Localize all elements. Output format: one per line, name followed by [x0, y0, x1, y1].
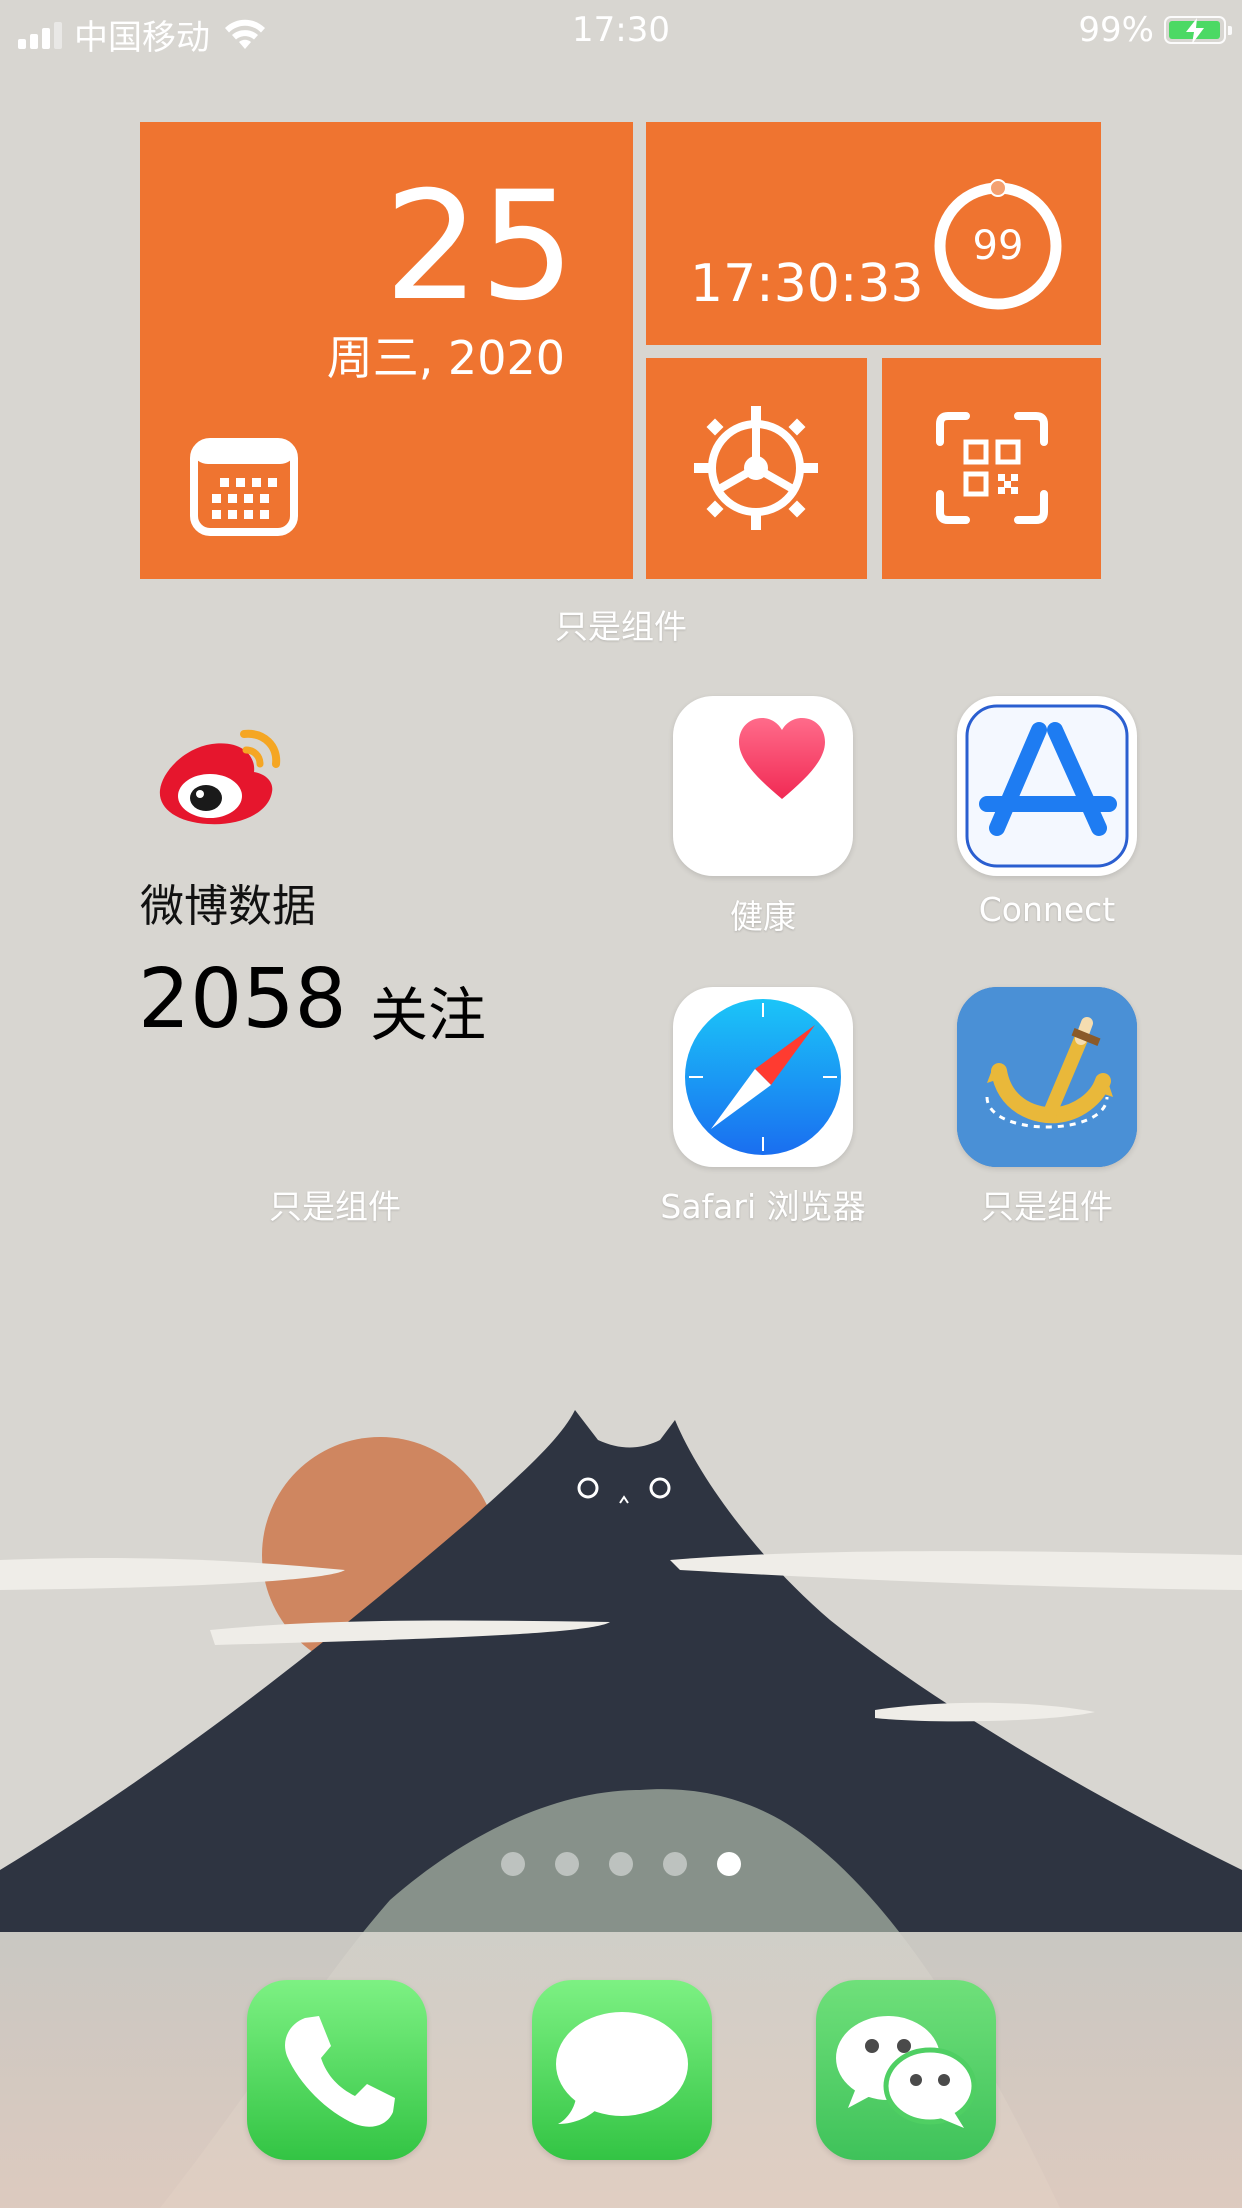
scan-tile[interactable] — [882, 358, 1101, 579]
app-anchor-widget-label: 只是组件 — [981, 1187, 1113, 1226]
charging-bolt-icon — [1186, 18, 1204, 44]
page-dot[interactable] — [609, 1852, 633, 1876]
status-right: 99% — [1078, 10, 1232, 50]
app-health-label: 健康 — [730, 897, 796, 936]
weibo-widget[interactable]: 微博数据 2058 关注 — [130, 700, 670, 1220]
page-indicator[interactable] — [0, 1852, 1242, 1876]
app-store-connect-icon — [965, 704, 1129, 868]
weibo-title: 微博数据 — [140, 881, 316, 932]
app-anchor-widget[interactable] — [957, 987, 1137, 1167]
home-screen: 中国移动 17:30 99% 25 周三, 2020 17:30:33 99 只… — [0, 0, 1242, 2208]
weibo-widget-label: 只是组件 — [269, 1187, 401, 1226]
dock-messages[interactable] — [532, 1980, 712, 2160]
messages-icon — [532, 1980, 712, 2160]
app-health[interactable] — [673, 696, 853, 876]
app-connect[interactable] — [957, 696, 1137, 876]
phone-icon — [247, 1980, 427, 2160]
page-dot[interactable] — [555, 1852, 579, 1876]
safari-compass-icon — [685, 999, 841, 1155]
status-bar: 中国移动 17:30 99% — [0, 0, 1242, 62]
clock-tile[interactable]: 17:30:33 99 — [646, 122, 1101, 345]
dock-wechat[interactable] — [816, 1980, 996, 2160]
dock-phone[interactable] — [247, 1980, 427, 2160]
battery-icon — [1164, 16, 1232, 44]
health-heart-icon — [739, 718, 825, 799]
battery-percent: 99% — [1078, 10, 1154, 50]
app-connect-label: Connect — [978, 890, 1116, 929]
date-weekday-year: 周三, 2020 — [326, 331, 565, 385]
wechat-icon — [816, 1980, 996, 2160]
app-safari[interactable] — [673, 987, 853, 1167]
page-dot-active[interactable] — [717, 1852, 741, 1876]
calendar-icon — [190, 438, 298, 536]
clock-time: 17:30:33 — [690, 254, 924, 314]
battery-ring-value: 99 — [972, 223, 1024, 269]
page-dot[interactable] — [663, 1852, 687, 1876]
page-dot[interactable] — [501, 1852, 525, 1876]
settings-tile[interactable] — [646, 358, 867, 579]
gear-icon — [694, 406, 818, 530]
status-time: 17:30 — [572, 10, 670, 50]
weibo-follow-count: 2058 — [138, 952, 347, 1047]
qr-scan-icon — [936, 412, 1048, 524]
anchor-icon — [957, 987, 1137, 1167]
app-safari-label: Safari 浏览器 — [660, 1187, 866, 1226]
date-day: 25 — [384, 160, 575, 334]
date-tile[interactable]: 25 周三, 2020 — [140, 122, 633, 579]
weibo-follow-label: 关注 — [370, 981, 487, 1049]
dock — [0, 1932, 1242, 2208]
weibo-logo-icon — [159, 729, 281, 825]
orange-widget-label: 只是组件 — [555, 607, 687, 646]
